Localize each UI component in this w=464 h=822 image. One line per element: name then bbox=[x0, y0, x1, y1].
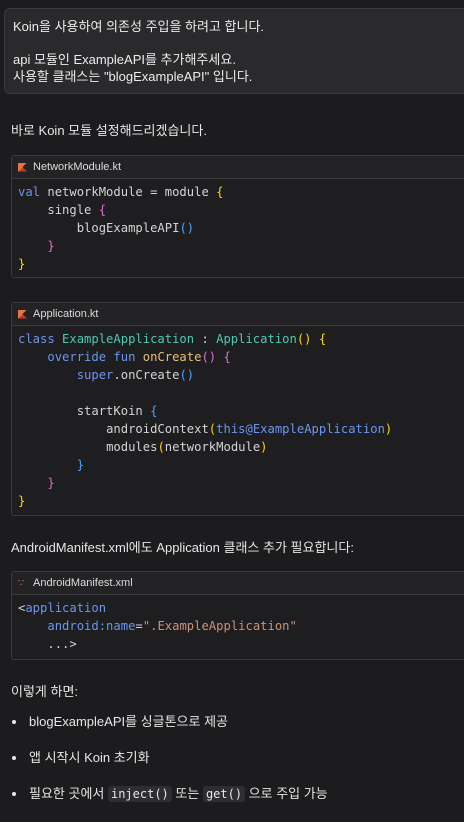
code-token: = bbox=[135, 619, 143, 633]
code-token: androidContext bbox=[106, 422, 209, 436]
code-token: class bbox=[18, 332, 63, 346]
code-token: override fun bbox=[47, 350, 143, 364]
rss-icon: ∵ bbox=[18, 577, 25, 589]
code-token: } bbox=[18, 257, 26, 271]
code-token: } bbox=[76, 458, 85, 472]
code-token: blogExampleAPI bbox=[76, 221, 180, 235]
user-message-line: api 모듈인 ExampleAPI를 추가해주세요. bbox=[13, 52, 236, 67]
code-token: } bbox=[47, 476, 55, 490]
bullet-text: 앱 시작시 Koin 초기화 bbox=[29, 750, 150, 765]
code-filename: NetworkModule.kt bbox=[33, 161, 122, 173]
list-item: 필요한 곳에서 inject() 또는 get() 으로 주입 가능 bbox=[11, 786, 328, 822]
user-message-line: 사용할 클래스는 "blogExampleAPI" 입니다. bbox=[13, 69, 253, 84]
code-token: modules bbox=[106, 440, 158, 454]
list-item: 앱 시작시 Koin 초기화 bbox=[11, 750, 328, 786]
code-token: { bbox=[98, 203, 107, 217]
code-token: this@ExampleApplication bbox=[216, 422, 385, 436]
code-block-header: NetworkModule.kt bbox=[12, 156, 464, 179]
bullet-text: 또는 bbox=[171, 786, 203, 801]
user-message-line: Koin을 사용하여 의존성 주입을 하려고 합니다. bbox=[13, 19, 265, 34]
code-block-manifest: ∵ AndroidManifest.xml <application andro… bbox=[11, 571, 464, 660]
code-token: val bbox=[18, 185, 41, 199]
code-token: ".ExampleApplication" bbox=[142, 619, 297, 633]
code-block-header: Application.kt bbox=[12, 303, 464, 326]
code-token: .onCreate bbox=[113, 368, 180, 382]
list-item: blogExampleAPI를 싱글톤으로 제공 bbox=[11, 714, 328, 750]
reply-intro: 바로 Koin 모듈 설정해드리겠습니다. bbox=[11, 123, 207, 138]
code-token: Application bbox=[216, 332, 297, 346]
code-token: } bbox=[47, 239, 55, 253]
code-token: () bbox=[179, 221, 195, 235]
kotlin-icon bbox=[18, 309, 27, 319]
code-block-header: ∵ AndroidManifest.xml bbox=[12, 572, 464, 595]
code-token: () bbox=[201, 350, 217, 364]
summary-list: blogExampleAPI를 싱글톤으로 제공 앱 시작시 Koin 초기화 … bbox=[11, 714, 328, 822]
code-token: () bbox=[179, 368, 195, 382]
code-token: super bbox=[76, 368, 114, 382]
code-block-network-module: NetworkModule.kt val networkModule = mod… bbox=[11, 155, 464, 278]
kotlin-icon bbox=[18, 162, 27, 172]
bullet-text: 필요한 곳에서 bbox=[29, 786, 108, 801]
code-body[interactable]: val networkModule = module { single { bl… bbox=[12, 179, 464, 277]
code-token: ) bbox=[384, 422, 393, 436]
code-token: single bbox=[47, 203, 99, 217]
code-token: networkModule bbox=[164, 440, 261, 454]
code-block-application: Application.kt class ExampleApplication … bbox=[11, 302, 464, 516]
code-token: { bbox=[150, 404, 158, 418]
bullet-text: blogExampleAPI를 싱글톤으로 제공 bbox=[29, 714, 229, 729]
code-token: networkModule = module bbox=[40, 185, 217, 199]
code-body[interactable]: <application android:name=".ExampleAppli… bbox=[12, 595, 464, 657]
code-token: ) bbox=[260, 440, 268, 454]
code-token: ExampleApplication bbox=[62, 332, 195, 346]
user-message-bubble: Koin을 사용하여 의존성 주입을 하려고 합니다. api 모듈인 Exam… bbox=[4, 8, 464, 94]
code-filename: AndroidManifest.xml bbox=[33, 577, 133, 589]
code-token: { bbox=[216, 185, 224, 199]
code-token: ( bbox=[157, 440, 165, 454]
inline-code: inject() bbox=[107, 786, 172, 802]
inline-code: get() bbox=[202, 786, 246, 802]
code-token: startKoin bbox=[76, 404, 151, 418]
manifest-note: AndroidManifest.xml에도 Application 클래스 추가… bbox=[11, 540, 354, 555]
summary-heading: 이렇게 하면: bbox=[11, 684, 79, 699]
code-token: android:name bbox=[47, 619, 136, 633]
code-token: ...> bbox=[47, 637, 77, 651]
code-token: { bbox=[216, 350, 231, 364]
code-token: () bbox=[296, 332, 312, 346]
code-token: } bbox=[18, 494, 26, 508]
bullet-text: 으로 주입 가능 bbox=[245, 786, 328, 801]
code-token: onCreate bbox=[142, 350, 202, 364]
code-token: { bbox=[311, 332, 327, 346]
code-token: application bbox=[25, 601, 107, 615]
code-body[interactable]: class ExampleApplication : Application()… bbox=[12, 326, 464, 514]
code-filename: Application.kt bbox=[33, 308, 99, 320]
code-token: : bbox=[194, 332, 217, 346]
